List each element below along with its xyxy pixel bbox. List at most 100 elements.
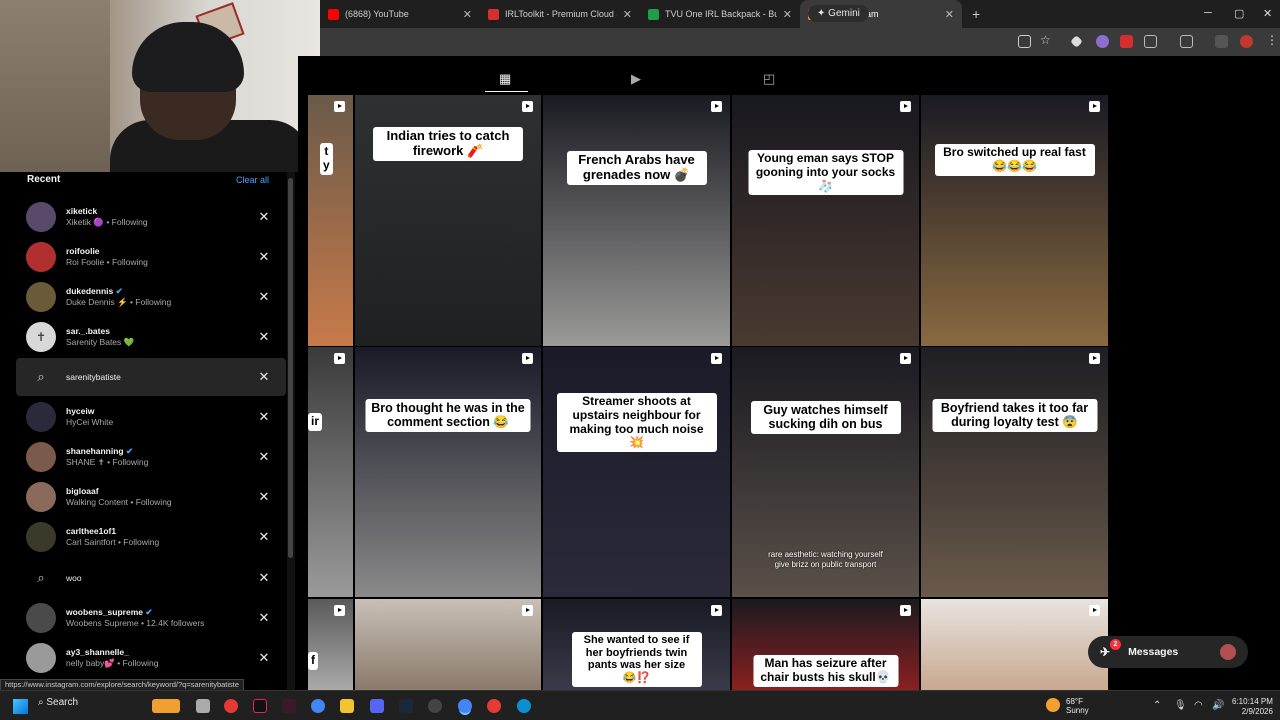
reel-tile[interactable]: Guy watches himself sucking dih on bus r… xyxy=(732,347,919,597)
user-subtitle: Woobens Supreme • 12.4K followers xyxy=(66,618,205,628)
messages-button[interactable]: ✈ 2 Messages xyxy=(1088,636,1248,668)
username: carlthee1of1 xyxy=(66,526,117,537)
steam-icon[interactable] xyxy=(399,699,413,713)
volume-icon[interactable]: 🔊 xyxy=(1212,700,1224,711)
reel-caption: Guy watches himself sucking dih on bus xyxy=(750,401,901,434)
reel-tile[interactable]: Bro thought he was in the comment sectio… xyxy=(355,347,541,597)
side-panel-icon[interactable] xyxy=(1180,35,1193,48)
clear-all-button[interactable]: Clear all xyxy=(236,175,269,185)
reel-tile[interactable]: French Arabs have grenades now 💣 xyxy=(543,95,730,346)
record-app-icon[interactable] xyxy=(487,699,501,713)
windows-start-icon[interactable] xyxy=(13,699,28,714)
avatar xyxy=(26,442,56,472)
weather-widget[interactable]: 68°F Sunny xyxy=(1066,697,1089,715)
scrollbar-thumb[interactable] xyxy=(288,178,293,558)
chrome-active-icon[interactable] xyxy=(458,699,472,713)
reel-tile[interactable]: Bro switched up real fast 😂😂😂 xyxy=(921,95,1108,346)
chrome-icon[interactable] xyxy=(311,699,325,713)
grid-posts-icon[interactable]: ▦ xyxy=(499,71,511,87)
close-icon[interactable]: ✕ xyxy=(256,409,272,425)
close-tab-icon[interactable]: ✕ xyxy=(623,8,632,21)
list-item[interactable]: woobens_supreme ✔ Woobens Supreme • 12.4K… xyxy=(16,599,286,637)
extension-diamond-icon[interactable] xyxy=(1070,35,1083,48)
list-item[interactable]: shanehanning ✔ SHANE ✝ • Following ✕ xyxy=(16,438,286,476)
close-icon[interactable]: ✕ xyxy=(256,289,272,305)
reel-tile[interactable]: Boyfriend takes it too far during loyalt… xyxy=(921,347,1108,597)
close-icon[interactable]: ✕ xyxy=(256,489,272,505)
profile-avatar[interactable] xyxy=(1240,35,1253,48)
obs-icon[interactable] xyxy=(428,699,442,713)
list-item[interactable]: xiketick Xiketik 🟣 • Following ✕ xyxy=(16,198,286,236)
close-icon[interactable]: ✕ xyxy=(256,249,272,265)
extension-red-icon[interactable] xyxy=(1120,35,1133,48)
tiktok-icon[interactable] xyxy=(253,699,267,713)
tab-search-icon[interactable] xyxy=(1215,35,1228,48)
new-tab-button[interactable]: + xyxy=(962,6,990,22)
caption-fragment: t xyxy=(324,144,329,158)
close-tab-icon[interactable]: ✕ xyxy=(783,8,792,21)
user-subtitle: HyCei White xyxy=(66,417,114,427)
clock-time: 6:10:14 PM xyxy=(1232,697,1273,706)
list-item-search-query[interactable]: ⌕ sarenitybatiste ✕ xyxy=(16,358,286,396)
taskbar-search[interactable]: ⌕ Search xyxy=(38,697,78,708)
tab-tvu[interactable]: TVU One IRL Backpack - Built fo ✕ xyxy=(640,0,800,28)
tab-youtube[interactable]: (6868) YouTube ✕ xyxy=(320,0,480,28)
extensions-puzzle-icon[interactable] xyxy=(1144,35,1157,48)
reel-tile[interactable]: f xyxy=(308,599,353,690)
list-item[interactable]: dukedennis ✔ Duke Dennis ⚡ • Following ✕ xyxy=(16,278,286,316)
reel-tile[interactable]: ir xyxy=(308,347,353,597)
reel-tile[interactable] xyxy=(921,599,1108,690)
list-item[interactable]: ✝ sar._.bates Sarenity Bates 💚 ✕ xyxy=(16,318,286,356)
list-item-search-query[interactable]: ⌕ woo ✕ xyxy=(16,559,286,597)
tagged-icon[interactable]: ◰ xyxy=(763,71,775,87)
close-icon[interactable]: ✕ xyxy=(256,369,272,385)
menu-kebab-icon[interactable]: ⋮ xyxy=(1266,33,1279,47)
reel-tile[interactable]: Indian tries to catch firework 🧨 xyxy=(355,95,541,346)
install-app-icon[interactable] xyxy=(1018,35,1031,48)
reel-tile[interactable]: She wanted to see if her boyfriends twin… xyxy=(543,599,730,690)
reel-tile[interactable]: Streamer shoots at upstairs neighbour fo… xyxy=(543,347,730,597)
close-icon[interactable]: ✕ xyxy=(256,449,272,465)
reels-icon[interactable]: ▶ xyxy=(631,71,641,87)
chevron-up-icon[interactable]: ⌃ xyxy=(1153,700,1161,711)
red-app-icon[interactable] xyxy=(224,699,238,713)
list-item[interactable]: bigloaaf Walking Content • Following ✕ xyxy=(16,478,286,516)
microphone-icon[interactable]: 🎙 xyxy=(1174,700,1187,711)
reel-tile[interactable]: Young eman says STOP gooning into your s… xyxy=(732,95,919,346)
close-window-button[interactable]: ✕ xyxy=(1263,7,1272,20)
reel-caption: French Arabs have grenades now 💣 xyxy=(566,151,707,185)
wifi-icon[interactable]: ◠ xyxy=(1194,700,1203,711)
list-item[interactable]: ay3_shannelle_ nelly baby💕 • Following ✕ xyxy=(16,639,286,677)
reel-tile[interactable] xyxy=(355,599,541,690)
clock[interactable]: 6:10:14 PM 2/9/2026 xyxy=(1232,697,1273,717)
dark-app-icon[interactable] xyxy=(282,699,296,713)
list-item[interactable]: roifoolie Roi Foolie • Following ✕ xyxy=(16,238,286,276)
close-icon[interactable]: ✕ xyxy=(256,570,272,586)
reel-tile[interactable]: Man has seizure after chair busts his sk… xyxy=(732,599,919,690)
username-text: dukedennis xyxy=(66,286,114,297)
tab-irltoolkit[interactable]: IRLToolkit - Premium Cloud Stre ✕ xyxy=(480,0,640,28)
close-icon[interactable]: ✕ xyxy=(256,529,272,545)
reel-tile[interactable]: ty xyxy=(308,95,353,346)
minimize-button[interactable]: ─ xyxy=(1204,7,1212,19)
folder-icon[interactable] xyxy=(340,699,354,713)
file-app-icon[interactable] xyxy=(196,699,210,713)
extension-purple-icon[interactable] xyxy=(1096,35,1109,48)
discord-icon[interactable] xyxy=(370,699,384,713)
reel-icon xyxy=(1089,605,1100,616)
edge-icon[interactable] xyxy=(517,699,531,713)
close-tab-icon[interactable]: ✕ xyxy=(463,8,472,21)
game-app-icon[interactable] xyxy=(152,699,180,713)
close-icon[interactable]: ✕ xyxy=(256,650,272,666)
close-icon[interactable]: ✕ xyxy=(256,329,272,345)
username: xiketick xyxy=(66,206,98,217)
gemini-button[interactable]: ✦ Gemini xyxy=(808,5,869,22)
list-item[interactable]: carlthee1of1 Carl Saintfort • Following ✕ xyxy=(16,518,286,556)
maximize-button[interactable]: ▢ xyxy=(1234,7,1244,20)
close-icon[interactable]: ✕ xyxy=(256,209,272,225)
close-tab-icon[interactable]: ✕ xyxy=(945,8,954,21)
close-icon[interactable]: ✕ xyxy=(256,610,272,626)
list-item[interactable]: hyceiw HyCei White ✕ xyxy=(16,398,286,436)
bookmark-star-icon[interactable]: ☆ xyxy=(1040,33,1053,47)
tab-title: TVU One IRL Backpack - Built fo xyxy=(665,9,777,19)
